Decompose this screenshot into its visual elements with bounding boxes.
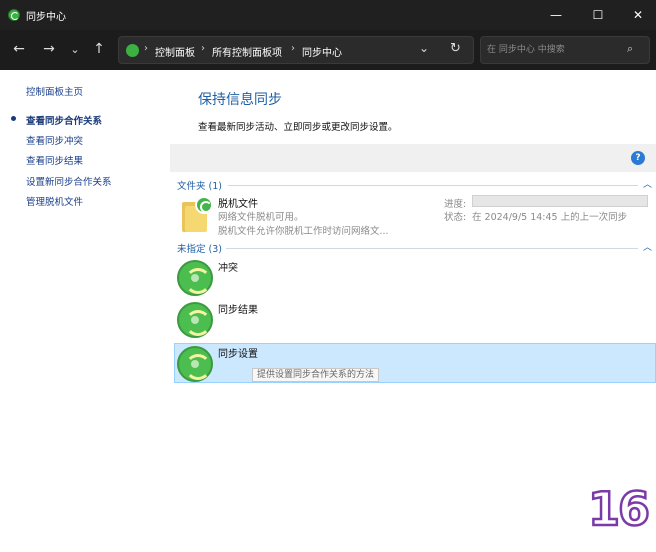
sync-progress-bar: [472, 195, 648, 207]
sidebar-item-setup-partnership[interactable]: 设置新同步合作关系: [26, 174, 112, 188]
main-content: 保持信息同步 查看最新同步活动、立即同步或更改同步设置。 ? 文件夹 (1) ︿…: [168, 70, 656, 552]
offline-files-detail: 脱机文件允许你脱机工作时访问网络文...: [218, 226, 389, 237]
corner-number-overlay: 16: [587, 481, 652, 538]
maximize-button[interactable]: ☐: [578, 0, 618, 30]
group-header-unspecified[interactable]: 未指定 (3): [177, 241, 222, 255]
offline-files-title[interactable]: 脱机文件: [218, 195, 258, 210]
window-title: 同步中心: [26, 12, 66, 23]
forward-button[interactable]: →: [38, 38, 60, 60]
sidebar-item-control-panel-home[interactable]: 控制面板主页: [26, 84, 83, 98]
help-icon[interactable]: ?: [631, 151, 645, 165]
sync-badge-icon: [195, 196, 213, 214]
breadcrumb-control-panel[interactable]: 控制面板: [155, 44, 195, 59]
group-divider: [228, 185, 638, 186]
collapse-icon[interactable]: ︿: [643, 240, 652, 253]
up-button[interactable]: ↑: [88, 38, 110, 60]
recent-locations-button[interactable]: ⌄: [64, 38, 86, 60]
sync-results-icon[interactable]: [177, 302, 213, 338]
offline-files-folder-icon[interactable]: [182, 196, 213, 232]
sync-settings-tooltip: 提供设置同步合作关系的方法: [252, 368, 380, 382]
status-text: 在 2024/9/5 14:45 上的上一次同步: [472, 212, 628, 223]
close-button[interactable]: ✕: [618, 0, 656, 30]
breadcrumb-sync-center[interactable]: 同步中心: [302, 44, 342, 59]
offline-files-description: 网络文件脱机可用。: [218, 212, 304, 223]
sidebar: 控制面板主页 查看同步合作关系 查看同步冲突 查看同步结果 设置新同步合作关系 …: [0, 70, 168, 552]
sync-results-item[interactable]: 同步结果: [218, 301, 258, 316]
sidebar-item-view-partnerships[interactable]: 查看同步合作关系: [26, 113, 102, 127]
breadcrumb-separator: ›: [144, 43, 148, 54]
progress-label: 进度:: [444, 199, 467, 210]
search-input[interactable]: [487, 41, 625, 59]
sidebar-item-manage-offline-files[interactable]: 管理脱机文件: [26, 194, 83, 208]
group-header-folders[interactable]: 文件夹 (1): [177, 178, 222, 192]
sync-settings-icon[interactable]: [177, 346, 213, 382]
conflicts-item[interactable]: 冲突: [218, 259, 238, 274]
sync-center-location-icon: [126, 44, 139, 57]
group-divider: [226, 248, 638, 249]
sync-center-app-icon: [8, 9, 20, 21]
sidebar-item-view-results[interactable]: 查看同步结果: [26, 153, 83, 167]
breadcrumb-separator: ›: [291, 43, 295, 54]
collapse-icon[interactable]: ︿: [643, 177, 652, 190]
breadcrumb-separator: ›: [201, 43, 205, 54]
navigation-bar: ← → ⌄ ↑ › 控制面板 › 所有控制面板项 › 同步中心 ⌄ ↻ ⌕: [0, 30, 656, 70]
minimize-button[interactable]: —: [536, 0, 576, 30]
active-bullet-icon: [11, 116, 16, 121]
title-bar: 同步中心 — ☐ ✕: [0, 0, 656, 30]
refresh-icon[interactable]: ↻: [450, 41, 461, 56]
page-description: 查看最新同步活动、立即同步或更改同步设置。: [198, 122, 398, 133]
conflicts-sync-icon[interactable]: [177, 260, 213, 296]
sync-settings-item[interactable]: 同步设置: [218, 345, 258, 360]
back-button[interactable]: ←: [8, 38, 30, 60]
breadcrumb-all-items[interactable]: 所有控制面板项: [212, 44, 282, 59]
address-dropdown-icon[interactable]: ⌄: [419, 41, 429, 55]
page-title: 保持信息同步: [198, 92, 282, 108]
search-icon[interactable]: ⌕: [627, 42, 633, 56]
search-box[interactable]: ⌕: [480, 36, 650, 64]
sidebar-item-view-conflicts[interactable]: 查看同步冲突: [26, 133, 83, 147]
command-toolbar: [170, 144, 656, 172]
status-label: 状态:: [444, 212, 467, 223]
address-bar[interactable]: › 控制面板 › 所有控制面板项 › 同步中心 ⌄ ↻: [118, 36, 474, 64]
